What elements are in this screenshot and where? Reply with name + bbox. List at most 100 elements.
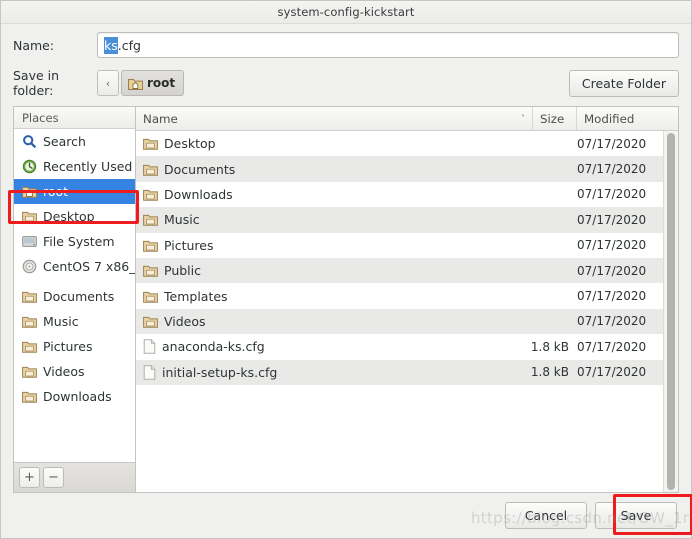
places-item-file-system[interactable]: File System	[14, 229, 135, 254]
file-name-cell: Music	[136, 212, 525, 227]
file-modified-cell: 07/17/2020	[577, 187, 647, 202]
folder-icon	[22, 210, 37, 223]
create-folder-button[interactable]: Create Folder	[568, 69, 679, 97]
chevron-down-icon: ˅	[521, 114, 525, 123]
path-crumb-label: root	[147, 76, 176, 90]
file-name-cell: Public	[136, 263, 525, 278]
file-icon	[143, 365, 156, 380]
file-modified-cell: 07/17/2020	[577, 162, 647, 177]
file-row[interactable]: Videos 07/17/2020	[136, 308, 663, 335]
watermark-text: https://blog.csdn.net/GW_1r	[471, 509, 690, 527]
window-titlebar: system-config-kickstart	[1, 1, 691, 24]
places-item-label: Pictures	[43, 339, 93, 354]
add-bookmark-button[interactable]: +	[19, 467, 40, 488]
path-back-button[interactable]: ‹	[97, 70, 119, 96]
places-list: Search Recently Used root Desktop File Syste…	[14, 129, 135, 462]
folder-icon	[22, 290, 37, 303]
file-size-cell: 1.8 kB	[530, 365, 569, 380]
places-item-centos-7-x86[interactable]: CentOS 7 x86_...	[14, 254, 135, 279]
column-header-size[interactable]: Size	[533, 107, 577, 130]
folder-icon	[22, 390, 37, 403]
file-modified-cell: 07/17/2020	[577, 365, 647, 380]
scrollbar-thumb[interactable]	[667, 133, 675, 490]
places-item-label: Downloads	[43, 389, 112, 404]
file-size-cell: 1.8 kB	[530, 339, 569, 354]
file-name-label: Downloads	[164, 186, 233, 202]
header-scrollbar-gutter	[663, 107, 678, 130]
file-name-cell: Documents	[136, 162, 525, 177]
file-row[interactable]: Music 07/17/2020	[136, 207, 663, 233]
places-item-label: Videos	[43, 364, 85, 379]
folder-icon	[143, 163, 158, 176]
folder-icon	[143, 290, 158, 303]
file-modified-cell: 07/17/2020	[577, 136, 647, 151]
folder-icon	[143, 213, 158, 227]
file-name-label: initial-setup-ks.cfg	[162, 364, 278, 380]
places-item-videos[interactable]: Videos	[14, 359, 135, 384]
file-row[interactable]: Desktop 07/17/2020	[136, 131, 663, 157]
save-file-dialog: system-config-kickstart Name: ks.cfg Sav…	[0, 0, 692, 539]
folder-icon	[22, 365, 37, 378]
file-rows: Desktop 07/17/2020 Documents 07/17/2020 Down…	[136, 131, 663, 492]
path-crumb-root[interactable]: root	[121, 70, 185, 96]
file-row[interactable]: Documents 07/17/2020	[136, 156, 663, 182]
folder-icon	[22, 315, 37, 328]
file-row[interactable]: Downloads 07/17/2020	[136, 181, 663, 208]
folder-icon	[22, 340, 37, 353]
file-list-body: Desktop 07/17/2020 Documents 07/17/2020 Down…	[136, 131, 678, 492]
file-row[interactable]: Templates 07/17/2020	[136, 283, 663, 309]
places-item-label: Music	[43, 314, 79, 329]
file-name-cell: Templates	[136, 289, 525, 304]
disc-icon	[22, 259, 37, 274]
filename-input[interactable]: ks.cfg	[97, 32, 679, 58]
file-row[interactable]: initial-setup-ks.cfg 1.8 kB 07/17/2020	[136, 359, 663, 385]
file-name-label: Music	[164, 212, 200, 228]
file-icon	[143, 339, 156, 355]
column-header-modified-label: Modified	[584, 111, 635, 126]
places-item-label: CentOS 7 x86_...	[43, 259, 135, 274]
places-item-recently-used[interactable]: Recently Used	[14, 154, 135, 179]
save-in-folder-row: Save in folder: ‹ root Create Folder	[1, 62, 691, 106]
file-row[interactable]: Public 07/17/2020	[136, 257, 663, 284]
column-header-modified[interactable]: Modified	[577, 107, 663, 130]
folder-icon	[143, 137, 158, 150]
places-item-documents[interactable]: Documents	[14, 284, 135, 309]
column-header-name[interactable]: Name ˅	[136, 107, 533, 130]
folder-icon	[143, 188, 158, 201]
file-name-label: Desktop	[164, 136, 216, 152]
file-list-header: Name ˅ Size Modified	[136, 107, 678, 131]
file-name-cell: Downloads	[136, 187, 525, 202]
places-item-pictures[interactable]: Pictures	[14, 334, 135, 359]
folder-icon	[143, 315, 158, 328]
window-title: system-config-kickstart	[277, 5, 415, 19]
places-item-label: File System	[43, 234, 115, 249]
home-folder-icon	[22, 185, 37, 198]
places-item-music[interactable]: Music	[14, 309, 135, 334]
file-list-scrollbar[interactable]	[663, 131, 678, 492]
filename-rest-text: .cfg	[117, 37, 141, 53]
dialog-main-area: Places Search Recently Used root Desktop Fil…	[1, 106, 691, 493]
places-item-desktop[interactable]: Desktop	[14, 204, 135, 229]
file-name-label: anaconda-ks.cfg	[162, 339, 265, 355]
file-row[interactable]: Pictures 07/17/2020	[136, 232, 663, 258]
places-item-root[interactable]: root	[14, 179, 135, 204]
places-item-label: root	[43, 184, 69, 199]
places-item-downloads[interactable]: Downloads	[14, 384, 135, 409]
places-item-label: Documents	[43, 289, 115, 304]
file-row[interactable]: anaconda-ks.cfg 1.8 kB 07/17/2020	[136, 334, 663, 360]
folder-icon	[143, 239, 158, 252]
file-name-cell: initial-setup-ks.cfg	[136, 365, 525, 380]
clock-icon	[22, 159, 37, 174]
file-name-label: Pictures	[164, 237, 214, 253]
file-modified-cell: 07/17/2020	[577, 238, 647, 253]
drive-icon	[22, 235, 37, 248]
places-item-label: Desktop	[43, 209, 95, 224]
file-modified-cell: 07/17/2020	[577, 212, 647, 227]
remove-bookmark-button[interactable]: −	[43, 467, 64, 488]
filename-selected-text: ks	[104, 36, 118, 54]
file-modified-cell: 07/17/2020	[577, 314, 647, 329]
file-name-label: Public	[164, 263, 201, 279]
places-item-search[interactable]: Search	[14, 129, 135, 154]
search-icon	[22, 134, 37, 149]
file-name-label: Documents	[164, 161, 236, 177]
